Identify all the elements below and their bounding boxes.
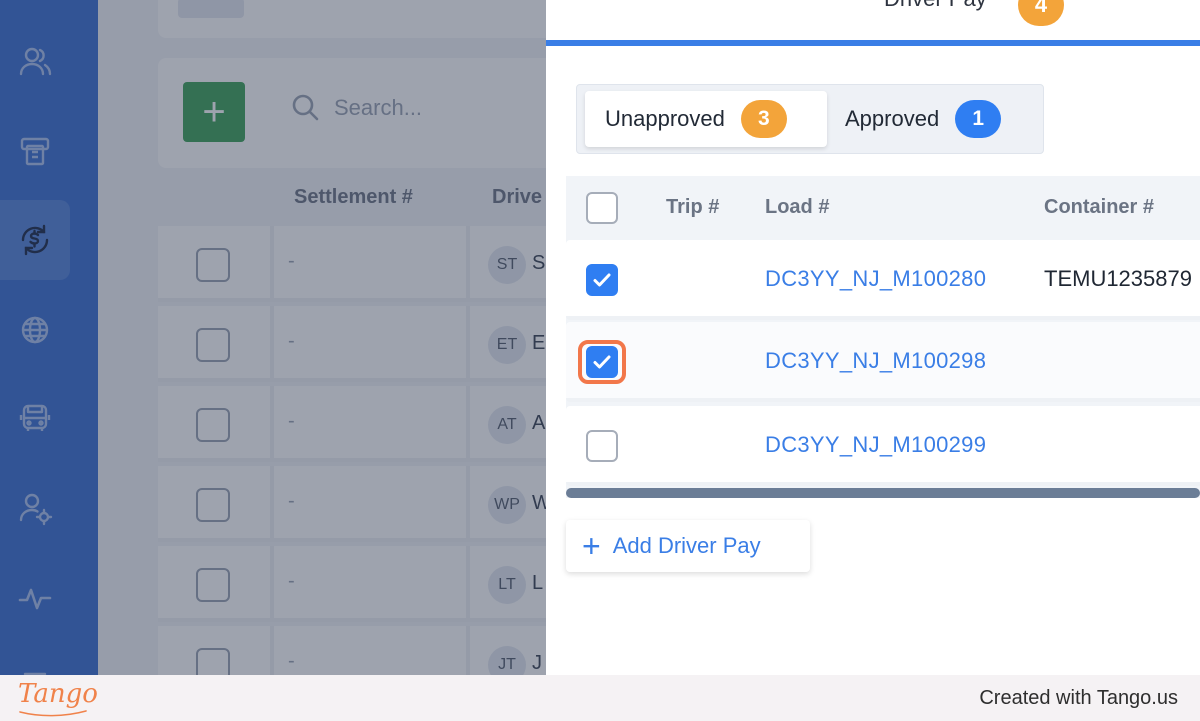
table-row[interactable]: DC3YY_NJ_M100298 [566, 322, 1200, 402]
horizontal-scrollbar[interactable] [566, 488, 1200, 498]
app-viewport: + Search... Settlement # Drive - ST S - … [0, 0, 1200, 675]
row-checkbox[interactable] [586, 346, 618, 378]
column-header-trip: Trip # [666, 196, 720, 218]
plus-icon: + [582, 528, 601, 564]
tango-logo-text: Tango [18, 679, 98, 709]
table-row[interactable]: DC3YY_NJ_M100299 [566, 406, 1200, 486]
footer: Tango Created with Tango.us [0, 675, 1200, 721]
row-checkbox[interactable] [586, 430, 618, 462]
row-checkbox[interactable] [586, 264, 618, 296]
load-number-link[interactable]: DC3YY_NJ_M100299 [765, 432, 986, 458]
driver-pay-table: Trip # Load # Container # DC3YY_NJ_M1002… [566, 176, 1200, 498]
tab-count-badge: 4 [1018, 0, 1064, 26]
checkmark-icon [593, 273, 611, 287]
status-segmented-control: Unapproved 3 Approved 1 [576, 84, 1044, 154]
segment-label: Approved [845, 106, 940, 131]
segment-unapproved[interactable]: Unapproved 3 [585, 91, 827, 147]
count-badge: 3 [740, 100, 787, 138]
tango-logo: Tango [18, 679, 98, 717]
logo-swoosh-icon [19, 710, 87, 717]
checkmark-icon [593, 355, 611, 369]
tab-driver-pay[interactable]: Driver Pay [884, 0, 987, 12]
load-number-link[interactable]: DC3YY_NJ_M100280 [765, 266, 986, 292]
column-header-load: Load # [765, 196, 830, 218]
segment-label: Unapproved [605, 106, 725, 131]
add-driver-pay-label: Add Driver Pay [612, 533, 761, 558]
segment-approved[interactable]: Approved 1 [845, 91, 1037, 147]
table-row[interactable]: DC3YY_NJ_M100280 TEMU1235879 [566, 240, 1200, 320]
column-header-container: Container # [1044, 196, 1155, 218]
driver-pay-panel: Driver Pay 4 Unapproved 3 Approved 1 Tri… [546, 0, 1200, 675]
add-driver-pay-button[interactable]: + Add Driver Pay [566, 520, 810, 572]
modal-backdrop[interactable] [0, 0, 546, 675]
select-all-checkbox[interactable] [586, 192, 618, 224]
count-badge: 1 [955, 100, 1002, 138]
created-with-credit: Created with Tango.us [979, 687, 1178, 709]
load-number-link[interactable]: DC3YY_NJ_M100298 [765, 348, 986, 374]
container-number: TEMU1235879 [1044, 266, 1192, 291]
active-tab-indicator [546, 40, 1200, 46]
